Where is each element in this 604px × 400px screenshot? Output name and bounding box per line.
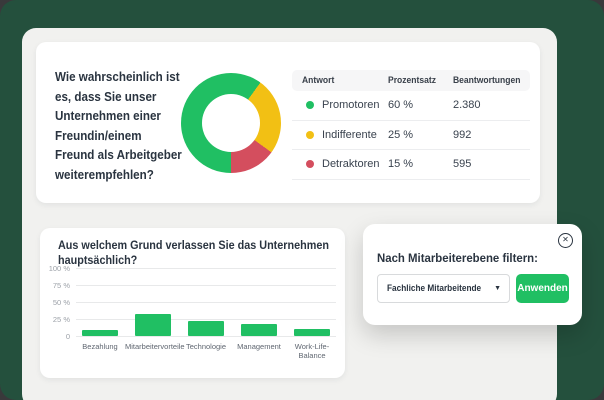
bar-mitarbeitervorteile <box>135 313 171 336</box>
bar-chart-card: Aus welchem Grund verlassen Sie das Unte… <box>40 228 345 378</box>
category-label: Bezahlung <box>82 342 118 351</box>
dropdown-selected-value: Fachliche Mitarbeitende <box>387 283 482 294</box>
answer-label: Indifferente <box>322 128 377 141</box>
legend-dot-icon <box>306 160 314 169</box>
legend-dot-icon <box>306 130 314 139</box>
text-line: hauptsächlich? <box>58 255 138 267</box>
gridline <box>76 302 336 303</box>
category-label: Technologie <box>185 342 227 351</box>
nps-card: Wie wahrscheinlich ist es, dass Sie unser… <box>36 42 540 203</box>
y-axis-tick-label: 100 % <box>48 263 70 273</box>
table-header-row: Antwort Prozentsatz Beantwortungen <box>292 70 530 91</box>
filter-popup: ✕ Nach Mitarbeiterebene filtern: Fachlic… <box>363 224 582 325</box>
percent-value: 15 % <box>388 158 414 171</box>
responses-value: 2.380 <box>453 99 481 112</box>
nps-results-table: Antwort Prozentsatz Beantwortungen Promo… <box>292 70 530 180</box>
gridline <box>76 268 336 269</box>
table-row: Promotoren 60 % 2.380 <box>292 91 530 121</box>
legend-dot-icon <box>306 101 314 110</box>
y-axis-tick-label: 25 % <box>52 314 70 324</box>
percent-value: 25 % <box>388 128 414 141</box>
bar-chart-title: Aus welchem Grund verlassen Sie das Unte… <box>58 239 346 269</box>
bar-chart-plot <box>76 268 336 337</box>
answer-label: Promotoren <box>322 99 380 112</box>
bar-bezahlung <box>82 329 118 336</box>
y-axis-tick-label: 0 <box>65 331 70 341</box>
category-label: Management <box>237 342 281 351</box>
y-axis-tick-label: 75 % <box>52 280 70 290</box>
table-row: Indifferente 25 % 992 <box>292 121 530 150</box>
bar-work-life-balance <box>294 329 330 336</box>
table-body: Promotoren 60 % 2.380 Indifferente 25 % … <box>292 91 530 180</box>
column-header-prozentsatz: Prozentsatz <box>388 75 436 86</box>
dashboard-screenshot: Wie wahrscheinlich ist es, dass Sie unser… <box>0 0 604 400</box>
text-line: Aus welchem Grund verlassen Sie das Unte… <box>58 240 329 252</box>
percent-value: 60 % <box>388 99 414 112</box>
bar-technologie <box>188 321 224 336</box>
close-icon[interactable]: ✕ <box>558 233 573 248</box>
text-line: weiterempfehlen? <box>55 167 154 182</box>
nps-question: Wie wahrscheinlich ist es, dass Sie unser… <box>55 68 191 185</box>
responses-value: 992 <box>453 128 472 141</box>
bar-management <box>241 324 277 336</box>
text-line: Freundin/einem <box>55 128 142 143</box>
chevron-down-icon: ▼ <box>494 285 501 292</box>
text-line: Wie wahrscheinlich ist <box>55 70 180 84</box>
employee-level-dropdown[interactable]: Fachliche Mitarbeitende ▼ <box>377 274 510 303</box>
donut-hole <box>202 94 260 152</box>
text-line: Unternehmen einer <box>55 109 161 123</box>
category-label: Mitarbeitervorteile <box>125 342 185 351</box>
text-line: es, dass Sie unser <box>55 89 157 104</box>
category-label: Work-Life-Balance <box>294 342 330 360</box>
y-axis-tick-label: 50 % <box>52 297 70 307</box>
table-row: Detraktoren 15 % 595 <box>292 150 530 180</box>
answer-label: Detraktoren <box>322 158 380 171</box>
filter-popup-title: Nach Mitarbeiterebene filtern: <box>377 251 538 265</box>
apply-button[interactable]: Anwenden <box>516 274 569 303</box>
text-line: Freund als Arbeitgeber <box>55 148 182 162</box>
responses-value: 595 <box>453 158 472 171</box>
column-header-beantwortungen: Beantwortungen <box>453 75 521 86</box>
gridline <box>76 319 336 320</box>
donut-chart <box>181 73 281 173</box>
column-header-antwort: Antwort <box>302 75 335 86</box>
gridline <box>76 285 336 286</box>
gridline <box>76 336 336 337</box>
